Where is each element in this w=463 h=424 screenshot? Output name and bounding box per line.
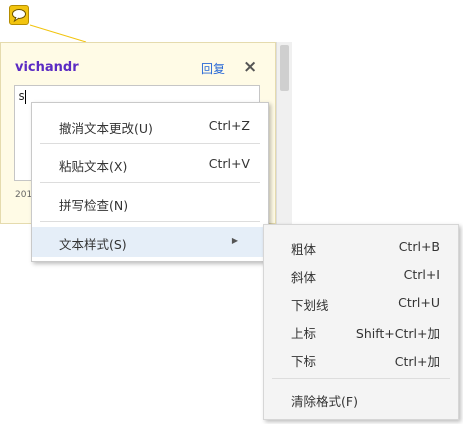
menu-item-paste[interactable]: 粘贴文本(X) Ctrl+V <box>32 149 268 179</box>
menu-item-shortcut: Ctrl+Z <box>208 118 250 133</box>
menu-separator <box>40 221 260 222</box>
menu-item-shortcut: Shift+Ctrl+加 <box>355 326 440 341</box>
submenu-item-superscript[interactable]: 上标 Shift+Ctrl+加 <box>264 316 458 346</box>
reply-link[interactable]: 回复 <box>201 60 225 77</box>
menu-item-undo[interactable]: 撤消文本更改(U) Ctrl+Z <box>32 111 268 141</box>
scrollbar-thumb[interactable] <box>280 45 289 91</box>
menu-item-label: 拼写检查(N) <box>59 198 129 213</box>
menu-item-shortcut: Ctrl+加 <box>394 354 440 369</box>
comment-author: vichandr <box>15 60 79 75</box>
submenu-item-clear-formatting[interactable]: 清除格式(F) <box>264 384 458 414</box>
text-caret <box>25 90 26 104</box>
submenu-arrow-icon: ▶ <box>231 236 238 245</box>
menu-item-shortcut: Ctrl+U <box>398 295 440 310</box>
menu-item-label: 粘贴文本(X) <box>59 159 128 174</box>
submenu-item-subscript[interactable]: 下标 Ctrl+加 <box>264 344 458 374</box>
menu-item-label: 下标 <box>291 354 317 369</box>
menu-item-label: 撤消文本更改(U) <box>59 121 153 136</box>
menu-separator <box>40 182 260 183</box>
text-style-submenu: 粗体 Ctrl+B 斜体 Ctrl+I 下划线 Ctrl+U 上标 Shift+… <box>263 224 459 420</box>
menu-item-label: 清除格式(F) <box>291 394 358 409</box>
comment-timestamp: 201 <box>15 190 33 200</box>
menu-item-label: 粗体 <box>291 242 317 257</box>
menu-item-label: 文本样式(S) <box>59 237 127 252</box>
menu-item-shortcut: Ctrl+I <box>403 267 440 282</box>
comment-scrollbar[interactable] <box>276 42 292 224</box>
submenu-item-bold[interactable]: 粗体 Ctrl+B <box>264 232 458 262</box>
submenu-item-italic[interactable]: 斜体 Ctrl+I <box>264 260 458 290</box>
close-icon[interactable]: × <box>243 57 257 77</box>
menu-item-label: 下划线 <box>291 298 329 313</box>
menu-item-shortcut: Ctrl+B <box>398 239 440 254</box>
context-menu: 撤消文本更改(U) Ctrl+Z 粘贴文本(X) Ctrl+V 拼写检查(N) … <box>31 102 269 262</box>
menu-separator <box>40 143 260 144</box>
menu-separator <box>272 378 450 379</box>
menu-item-text-style[interactable]: 文本样式(S) ▶ <box>32 227 268 257</box>
menu-item-spellcheck[interactable]: 拼写检查(N) <box>32 188 268 218</box>
menu-item-label: 上标 <box>291 326 317 341</box>
menu-item-label: 斜体 <box>291 270 317 285</box>
menu-item-shortcut: Ctrl+V <box>208 156 250 171</box>
submenu-item-underline[interactable]: 下划线 Ctrl+U <box>264 288 458 318</box>
